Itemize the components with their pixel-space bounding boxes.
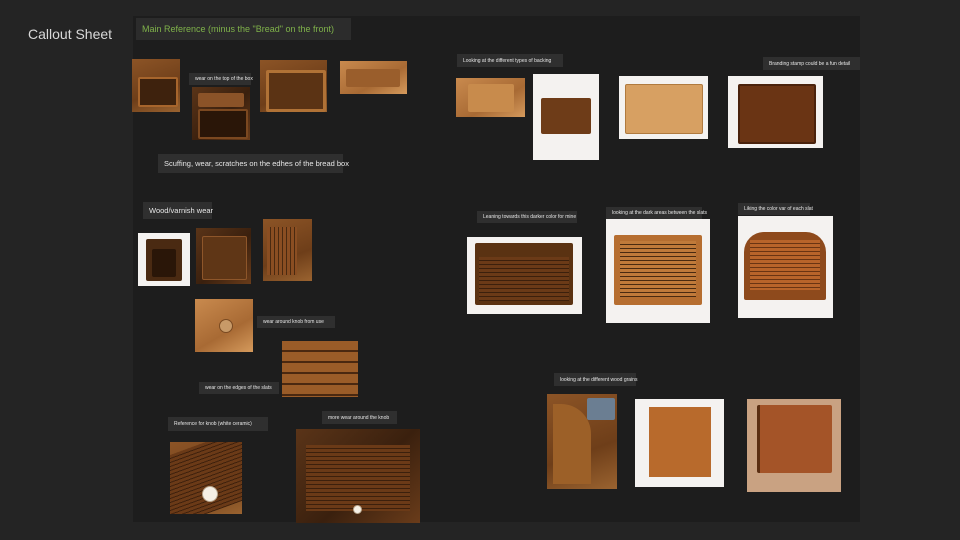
backing-photo-2 xyxy=(533,74,599,160)
backing-photo-1 xyxy=(456,78,525,117)
wear-top-label: wear on the top of the box xyxy=(189,73,253,85)
slat-edges-photo xyxy=(282,341,358,397)
wear-knob-label: wear around knob from use xyxy=(257,316,335,328)
slat-roll-top-photo xyxy=(606,219,710,323)
dark-areas-label: looking at the dark areas between the sl… xyxy=(606,207,707,219)
knob-wear-photo xyxy=(195,299,253,352)
main-reference-photo-4 xyxy=(340,61,407,94)
branding-box-photo xyxy=(728,76,823,148)
side-panel-photo xyxy=(635,399,724,487)
main-reference-label: Main Reference (minus the "Bread" on the… xyxy=(136,18,351,40)
wood-varnish-label: Wood/varnish wear xyxy=(143,202,213,219)
leaning-label: Leaning towards this darker color for mi… xyxy=(477,211,577,223)
main-reference-photo-3 xyxy=(260,60,327,112)
page-title: Callout Sheet xyxy=(28,26,113,42)
varnish-photo-1 xyxy=(138,233,190,286)
knob-reference-label: Reference for knob (white ceramic) xyxy=(168,417,268,431)
backing-label: Looking at the different types of backin… xyxy=(457,54,563,67)
grain-closeup-photo xyxy=(547,394,617,489)
side-profile-photo xyxy=(747,399,841,492)
more-wear-knob-label: more wear around the knob xyxy=(322,411,397,424)
roll-top-box-photo xyxy=(296,429,420,523)
varnish-photo-3 xyxy=(263,219,312,281)
varnish-photo-2 xyxy=(196,228,251,284)
color-var-roll-top-photo xyxy=(738,216,833,318)
branding-label: Branding stamp could be a fun detail xyxy=(763,57,860,70)
wood-grains-label: looking at the different wood grains xyxy=(554,373,637,386)
wear-slats-label: wear on the edges of the slats xyxy=(199,382,279,394)
dark-roll-top-photo xyxy=(467,237,582,314)
color-var-label: Liking the color var of each slat xyxy=(738,203,813,215)
scuffing-label: Scuffing, wear, scratches on the edhes o… xyxy=(158,154,349,173)
main-reference-photo-1 xyxy=(132,59,180,112)
ceramic-knob-photo xyxy=(170,442,242,514)
backing-photo-3 xyxy=(619,76,708,139)
main-reference-photo-2 xyxy=(192,87,250,140)
